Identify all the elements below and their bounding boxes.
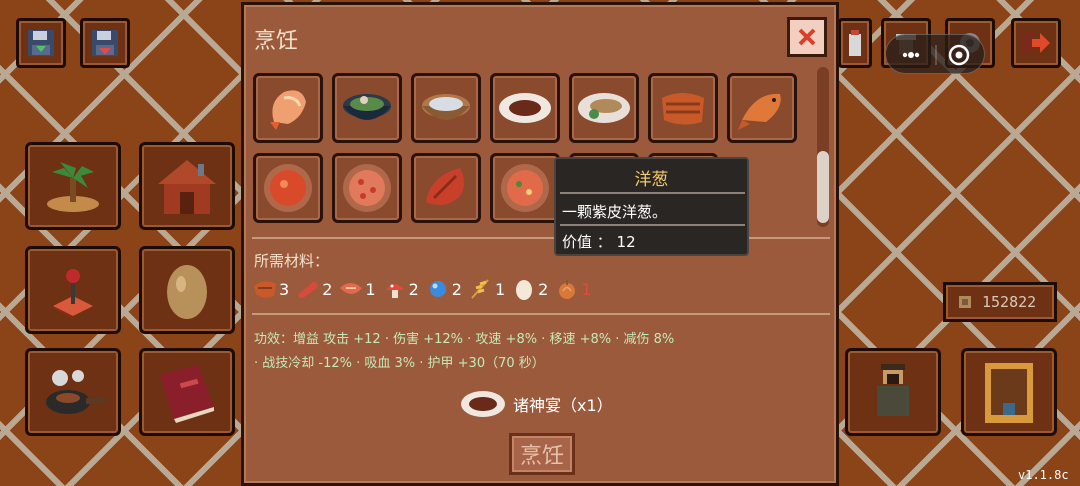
dish-slot-fish[interactable] (727, 73, 797, 143)
onion-icon (559, 280, 576, 299)
joystick-button[interactable] (25, 246, 121, 334)
floppy-disk-icon (28, 30, 54, 56)
frying-pan-icon (46, 370, 106, 414)
dish-scrollbar[interactable] (817, 67, 829, 227)
inventory-button[interactable] (838, 18, 872, 68)
cooking-dialog: 烹饪 所需材料： 3 2 1 2 2 1 2 1 功效：增益 攻击 +12 · … (241, 2, 839, 486)
house-icon (158, 160, 216, 214)
wardrobe-button[interactable] (961, 348, 1057, 436)
steak-plate-icon (499, 93, 551, 123)
exit-button[interactable] (1011, 18, 1061, 68)
materials-label: 所需材料： (254, 252, 330, 270)
dish-slot-pizza[interactable] (332, 153, 402, 223)
meat-icon (254, 281, 276, 298)
exit-arrow-icon (1022, 32, 1050, 54)
material-qty: 3 (279, 279, 290, 299)
version-label: v1.1.8c (1018, 468, 1069, 482)
dish-slot-pizza-small[interactable] (490, 153, 560, 223)
material-qty: 2 (322, 279, 333, 299)
mushroom-icon (385, 284, 404, 298)
cooking-pot-button[interactable] (25, 348, 121, 436)
material-fish-fillet: 1 (338, 278, 376, 300)
floppy-load-icon (92, 30, 118, 56)
fish-fillet-icon (340, 283, 363, 294)
dish-slot-grilled-meat[interactable] (648, 73, 718, 143)
blue-gem-icon (429, 281, 446, 297)
dish-slot-porridge[interactable] (411, 73, 481, 143)
close-icon (798, 28, 816, 46)
material-qty: 1 (365, 279, 376, 299)
recipe-book-icon (160, 365, 214, 423)
egg-button[interactable] (139, 246, 235, 334)
material-sausage: 2 (295, 278, 332, 300)
dialog-title: 烹饪 (254, 29, 299, 54)
tomato-soup-icon (264, 164, 312, 212)
coin-icon (959, 296, 971, 308)
cook-button[interactable]: 烹饪 (509, 433, 575, 475)
effect-description: 功效：增益 攻击 +12 · 伤害 +12% · 攻速 +8% · 移速 +8%… (254, 328, 828, 376)
shrimp-icon (270, 90, 306, 130)
sausage-icon (298, 282, 318, 298)
material-egg: 2 (511, 278, 548, 300)
material-mushroom: 2 (382, 278, 419, 300)
dish-slot-roast-ribs[interactable] (411, 153, 481, 223)
recipe-book-button[interactable] (139, 348, 235, 436)
save-button[interactable] (16, 18, 66, 68)
pizza-icon (343, 164, 391, 212)
tooltip-description: 一颗紫皮洋葱。 (562, 203, 668, 221)
mini-program-menu[interactable] (885, 34, 985, 74)
fish-icon (738, 93, 781, 130)
effect-line: 功效：增益 攻击 +12 · 伤害 +12% · 攻速 +8% · 移速 +8%… (254, 332, 675, 347)
feast-dish-icon (461, 391, 505, 417)
house-button[interactable] (139, 142, 235, 230)
result-name: 诸神宴（x1） (513, 396, 613, 415)
island-button[interactable] (25, 142, 121, 230)
tooltip-value: 价值 ： 12 (562, 233, 636, 251)
load-button[interactable] (80, 18, 130, 68)
material-onion: 1 (554, 278, 592, 300)
material-wheat: 1 (468, 278, 505, 300)
scrollbar-thumb[interactable] (817, 151, 829, 223)
divider (252, 313, 830, 315)
bottle-icon (849, 30, 861, 56)
material-qty: 2 (408, 279, 419, 299)
joystick-icon (53, 269, 93, 318)
effect-line: · 战技冷却 -12% · 吸血 3% · 护甲 +30（70 秒） (254, 356, 545, 371)
dish-slot-fish-plate[interactable] (569, 73, 639, 143)
tooltip-title: 洋葱 (634, 170, 669, 190)
porridge-bowl-icon (422, 94, 470, 120)
material-qty: 1 (494, 279, 506, 299)
close-button[interactable] (787, 17, 827, 57)
small-pizza-icon (501, 164, 549, 212)
material-qty: 2 (538, 279, 549, 299)
material-qty: 2 (451, 279, 462, 299)
cooking-result: 诸神宴（x1） (459, 388, 613, 420)
wheat-icon (471, 279, 489, 299)
roast-ribs-icon (426, 168, 464, 205)
egg-icon (167, 265, 207, 319)
chef-npc-button[interactable] (845, 348, 941, 436)
fish-plate-icon (578, 93, 630, 123)
more-dots-icon (902, 44, 970, 66)
material-qty-missing: 1 (581, 279, 592, 299)
palm-island-icon (47, 162, 99, 212)
coin-counter: 152822 (943, 282, 1057, 322)
soup-bowl-icon (343, 94, 391, 120)
dish-slot-shrimp[interactable] (253, 73, 323, 143)
dish-slot-tomato-soup[interactable] (253, 153, 323, 223)
material-meat: 3 (252, 278, 289, 300)
grilled-meat-icon (662, 93, 704, 125)
cabinet-icon (985, 363, 1033, 423)
material-blue-gem: 2 (425, 278, 462, 300)
chef-character-icon (877, 364, 909, 416)
tooltip-divider (560, 224, 745, 226)
coin-amount: 152822 (982, 293, 1037, 311)
ingredient-tooltip: 洋葱 一颗紫皮洋葱。 价值 ： 12 (554, 157, 749, 256)
dish-slot-soup-bowl[interactable] (332, 73, 402, 143)
materials-list: 3 2 1 2 2 1 2 1 (252, 275, 598, 303)
dish-slot-steak[interactable] (490, 73, 560, 143)
tooltip-divider (560, 192, 745, 194)
egg-icon (516, 280, 533, 300)
